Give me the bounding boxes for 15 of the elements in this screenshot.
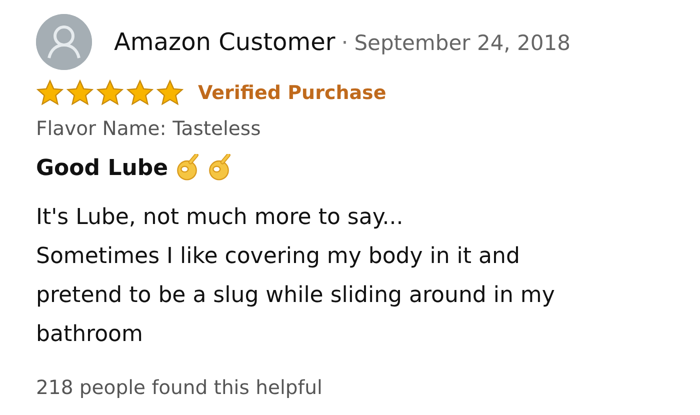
avatar-icon	[36, 14, 92, 70]
star-icon	[66, 79, 94, 107]
review-title[interactable]: Good Lube	[36, 156, 168, 180]
verified-badge[interactable]: Verified Purchase	[198, 82, 386, 104]
star-icon	[36, 79, 64, 107]
star-icon	[96, 79, 124, 107]
helpful-count: 218 people found this helpful	[36, 376, 324, 399]
reviewer-name[interactable]: Amazon Customer	[114, 28, 336, 56]
separator: ·	[341, 31, 348, 56]
star-icon	[156, 79, 184, 107]
review-text: It's Lube, not much more to say...	[36, 204, 404, 232]
variant-label: Flavor Name: Tasteless	[36, 117, 262, 140]
review-date: September 24, 2018	[354, 31, 570, 55]
star-icon	[126, 79, 154, 107]
review-text: Sometimes I like covering my body in it and pretend to be a slug while sliding around in my bathroom	[36, 243, 556, 349]
